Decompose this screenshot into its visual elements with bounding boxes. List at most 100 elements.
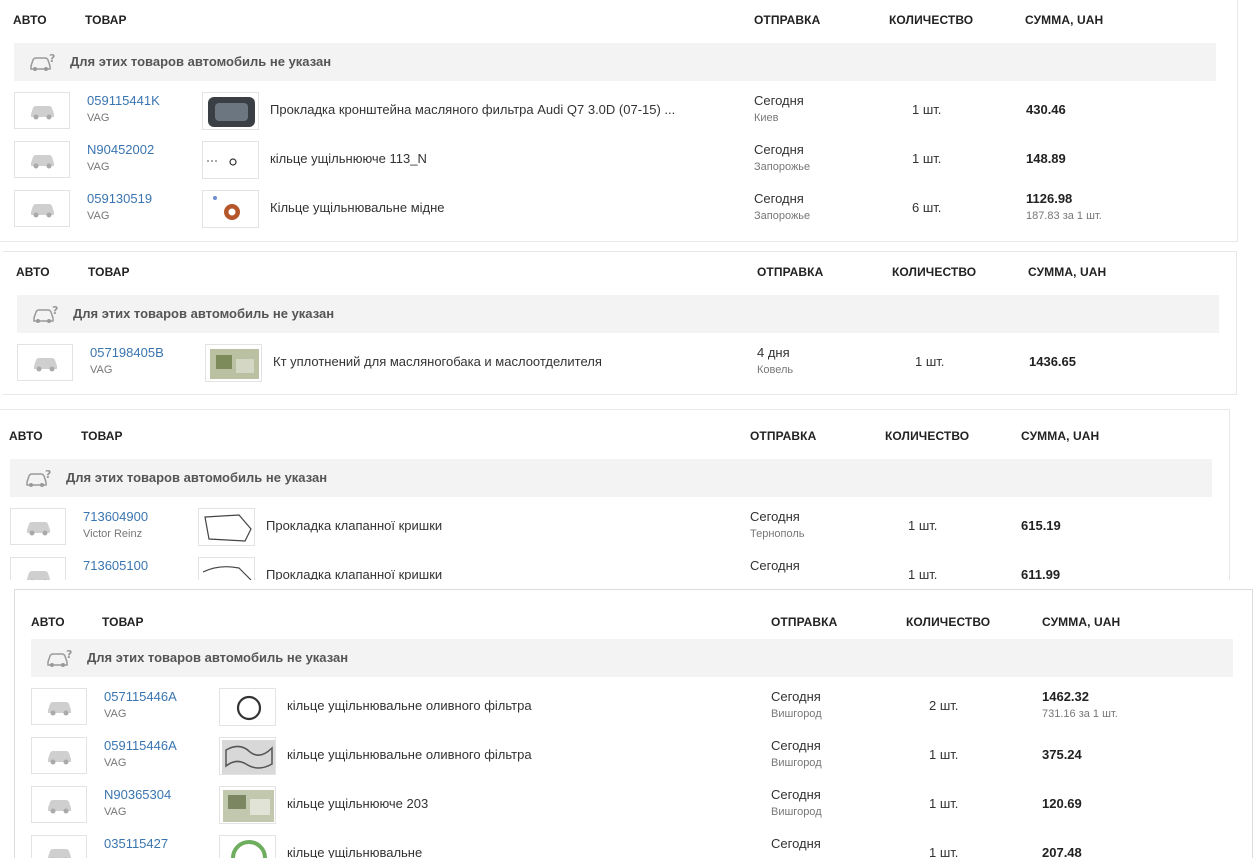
table-row: 059115446A VAG кільце ущільнювальне олив… xyxy=(15,737,1252,786)
select-car-button[interactable] xyxy=(31,835,87,858)
price-per-unit: 731.16 за 1 шт. xyxy=(1042,708,1118,720)
product-image[interactable] xyxy=(219,688,276,726)
shipping-time: Сегодня xyxy=(771,787,821,802)
product-image[interactable] xyxy=(202,92,259,130)
order-block-1: АВТО ТОВАР ОТПРАВКА КОЛИЧЕСТВО СУММА, UA… xyxy=(0,0,1238,242)
product-image[interactable] xyxy=(198,508,255,546)
car-icon xyxy=(46,845,74,858)
select-car-button[interactable] xyxy=(14,190,70,227)
shipping-time: Сегодня xyxy=(754,93,804,108)
brand: VAG xyxy=(104,708,126,720)
shipping-city: Ковель xyxy=(757,364,793,376)
table-row: 057115446A VAG кільце ущільнювальне олив… xyxy=(15,688,1252,737)
select-car-button[interactable] xyxy=(14,92,70,129)
product-name: кільце ущільнювальне xyxy=(287,845,422,858)
product-code-link[interactable]: 713605100 xyxy=(83,558,148,573)
header-product: ТОВАР xyxy=(88,265,130,279)
product-name: кільце ущільнююче 113_N xyxy=(270,151,427,166)
product-name: Прокладка кронштейна масляного фильтра A… xyxy=(270,102,675,117)
select-car-button[interactable] xyxy=(17,344,73,381)
shipping-time: Сегодня xyxy=(771,689,821,704)
product-image[interactable] xyxy=(219,786,276,824)
svg-text:?: ? xyxy=(49,52,55,65)
no-auto-banner: ? Для этих товаров автомобиль не указан xyxy=(31,639,1233,677)
no-auto-text: Для этих товаров автомобиль не указан xyxy=(70,54,331,69)
product-code-link[interactable]: 713604900 xyxy=(83,509,148,524)
order-block-4: АВТО ТОВАР ОТПРАВКА КОЛИЧЕСТВО СУММА, UA… xyxy=(14,589,1253,858)
header-shipping: ОТПРАВКА xyxy=(754,13,820,27)
shipping-city: Тернополь xyxy=(750,528,805,540)
select-car-button[interactable] xyxy=(31,688,87,725)
header-shipping: ОТПРАВКА xyxy=(771,615,837,629)
table-header: АВТО ТОВАР ОТПРАВКА КОЛИЧЕСТВО СУММА, UA… xyxy=(3,252,1236,292)
header-shipping: ОТПРАВКА xyxy=(750,429,816,443)
car-icon xyxy=(29,102,57,120)
price-per-unit: 187.83 за 1 шт. xyxy=(1026,210,1102,222)
sum: 615.19 xyxy=(1021,518,1061,533)
select-car-button[interactable] xyxy=(31,786,87,823)
product-code-link[interactable]: 059115441K xyxy=(87,93,160,108)
header-shipping: ОТПРАВКА xyxy=(757,265,823,279)
car-icon xyxy=(46,747,74,765)
table-row: 035115427 кільце ущільнювальне Сегодня 1… xyxy=(15,835,1252,858)
quantity: 2 шт. xyxy=(929,698,958,713)
quantity: 1 шт. xyxy=(912,102,941,117)
product-code-link[interactable]: N90365304 xyxy=(104,787,171,802)
product-code-link[interactable]: N90452002 xyxy=(87,142,154,157)
no-auto-text: Для этих товаров автомобиль не указан xyxy=(73,306,334,321)
product-image[interactable] xyxy=(205,344,262,382)
brand: VAG xyxy=(104,806,126,818)
sum: 1436.65 xyxy=(1029,354,1076,369)
quantity: 1 шт. xyxy=(908,567,937,580)
quantity: 6 шт. xyxy=(912,200,941,215)
header-product: ТОВАР xyxy=(102,615,144,629)
table-row: 059115441K VAG Прокладка кронштейна масл… xyxy=(0,92,1237,141)
product-name: кільце ущільнювальне оливного фільтра xyxy=(287,698,532,713)
shipping-city: Вишгород xyxy=(771,708,822,720)
sum: 207.48 xyxy=(1042,845,1082,858)
no-auto-banner: ? Для этих товаров автомобиль не указан xyxy=(14,43,1216,81)
car-icon xyxy=(25,518,53,536)
product-image[interactable] xyxy=(202,141,259,179)
sum: 1462.32 xyxy=(1042,689,1089,704)
product-code-link[interactable]: 057198405B xyxy=(90,345,164,360)
sum: 430.46 xyxy=(1026,102,1066,117)
shipping-time: Сегодня xyxy=(754,142,804,157)
no-auto-text: Для этих товаров автомобиль не указан xyxy=(66,470,327,485)
quantity: 1 шт. xyxy=(929,747,958,762)
product-code-link[interactable]: 059115446A xyxy=(104,738,177,753)
svg-text:?: ? xyxy=(52,304,58,317)
product-image[interactable] xyxy=(219,737,276,775)
product-code-link[interactable]: 057115446A xyxy=(104,689,177,704)
product-image[interactable] xyxy=(202,190,259,228)
product-code-link[interactable]: 035115427 xyxy=(104,836,168,851)
product-image[interactable] xyxy=(219,835,276,858)
car-icon xyxy=(29,151,57,169)
sum: 148.89 xyxy=(1026,151,1066,166)
header-sum: СУММА, UAH xyxy=(1025,13,1103,27)
product-image[interactable] xyxy=(198,557,255,580)
car-question-icon: ? xyxy=(45,648,73,668)
header-product: ТОВАР xyxy=(85,13,127,27)
no-auto-banner: ? Для этих товаров автомобиль не указан xyxy=(10,459,1212,497)
table-row: 057198405B VAG Кт уплотнений для масляно… xyxy=(3,344,1236,393)
brand: VAG xyxy=(87,161,109,173)
car-icon xyxy=(25,567,53,580)
brand: Victor Reinz xyxy=(83,528,142,540)
product-code-link[interactable]: 059130519 xyxy=(87,191,152,206)
select-car-button[interactable] xyxy=(31,737,87,774)
order-block-3: АВТО ТОВАР ОТПРАВКА КОЛИЧЕСТВО СУММА, UA… xyxy=(0,409,1230,580)
select-car-button[interactable] xyxy=(10,508,66,545)
quantity: 1 шт. xyxy=(908,518,937,533)
header-auto: АВТО xyxy=(31,615,65,629)
car-icon xyxy=(32,354,60,372)
quantity: 1 шт. xyxy=(912,151,941,166)
header-auto: АВТО xyxy=(16,265,50,279)
table-header: АВТО ТОВАР ОТПРАВКА КОЛИЧЕСТВО СУММА, UA… xyxy=(0,0,1237,40)
select-car-button[interactable] xyxy=(14,141,70,178)
select-car-button[interactable] xyxy=(10,557,66,580)
shipping-time: Сегодня xyxy=(750,509,800,524)
product-name: Кільце ущільнювальне мідне xyxy=(270,200,445,215)
product-name: Прокладка клапанної кришки xyxy=(266,518,442,533)
no-auto-banner: ? Для этих товаров автомобиль не указан xyxy=(17,295,1219,333)
